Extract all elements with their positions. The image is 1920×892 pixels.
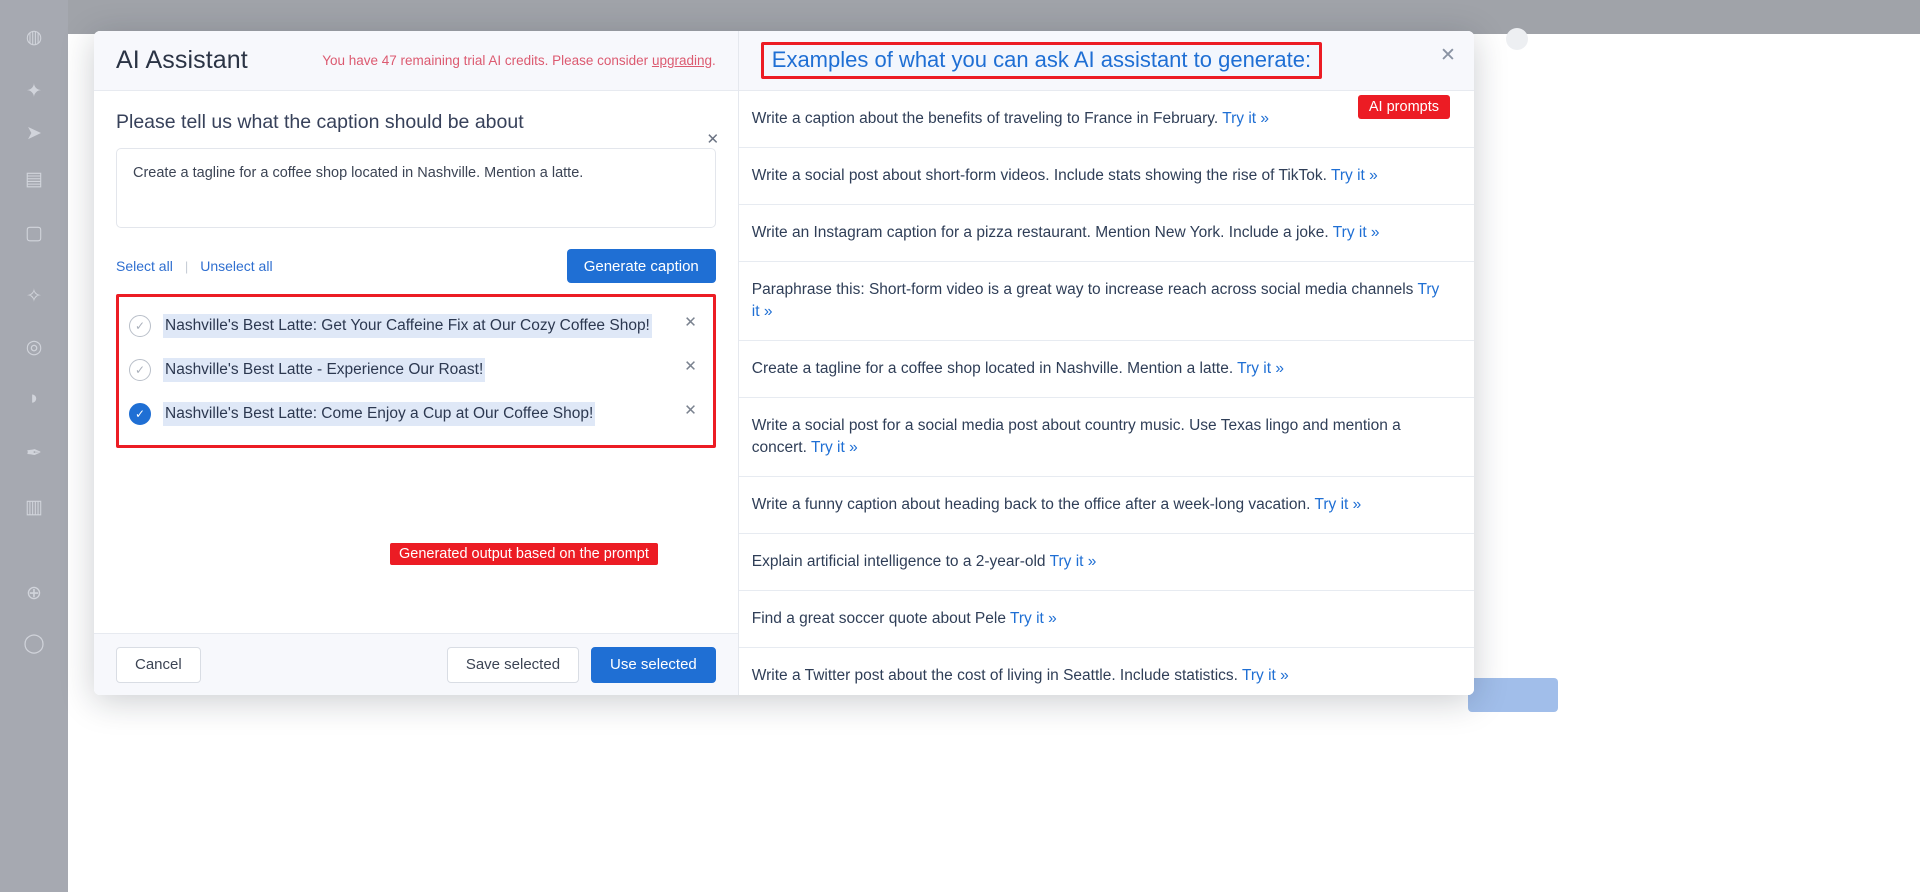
selection-controls: Select all | Unselect all Generate capti…	[116, 249, 716, 283]
try-it-link[interactable]: Try it »	[1314, 496, 1361, 513]
example-item-7[interactable]: Explain artificial intelligence to a 2-y…	[738, 534, 1474, 591]
result-text: Nashville's Best Latte: Get Your Caffein…	[163, 313, 652, 339]
example-item-5[interactable]: Write a social post for a social media p…	[738, 398, 1474, 477]
prompt-label: Please tell us what the caption should b…	[116, 111, 524, 133]
close-icon[interactable]: ✕	[704, 130, 722, 148]
cancel-button[interactable]: Cancel	[116, 646, 201, 683]
result-text: Nashville's Best Latte - Experience Our …	[163, 357, 486, 383]
example-item-8[interactable]: Find a great soccer quote about Pele Try…	[738, 591, 1474, 648]
check-circle-outline-icon[interactable]: ✓	[129, 315, 151, 337]
unselect-all-button[interactable]: Unselect all	[200, 258, 272, 274]
generated-results-list: ✓ Nashville's Best Latte: Get Your Caffe…	[116, 294, 716, 448]
example-item-3[interactable]: Paraphrase this: Short-form video is a g…	[738, 262, 1474, 341]
examples-heading: Examples of what you can ask AI assistan…	[771, 47, 1312, 72]
prompt-box-wrapper: ✕	[116, 131, 719, 233]
trial-credits-text: You have 47 remaining trial AI credits. …	[322, 53, 652, 68]
example-item-4[interactable]: Create a tagline for a coffee shop locat…	[738, 341, 1474, 398]
try-it-link[interactable]: Try it »	[1010, 610, 1057, 627]
example-item-6[interactable]: Write a funny caption about heading back…	[738, 477, 1474, 534]
list-item[interactable]: ✓ Nashville's Best Latte: Come Enjoy a C…	[119, 392, 713, 436]
upgrade-link[interactable]: upgrading	[652, 53, 712, 68]
examples-header: Examples of what you can ask AI assistan…	[738, 31, 1474, 91]
list-item[interactable]: ✓ Nashville's Best Latte: Get Your Caffe…	[119, 304, 713, 348]
example-text: Create a tagline for a coffee shop locat…	[751, 360, 1234, 377]
ai-prompts-annotation: AI prompts	[1357, 95, 1450, 119]
close-icon[interactable]: ✕	[682, 357, 699, 375]
example-text: Write an Instagram caption for a pizza r…	[751, 224, 1329, 241]
generate-caption-button[interactable]: Generate caption	[566, 249, 716, 283]
prompt-input[interactable]	[116, 148, 716, 228]
try-it-link[interactable]: Try it »	[1333, 224, 1380, 241]
trial-credits-suffix: .	[712, 53, 716, 68]
ai-assistant-left-pane: AI Assistant You have 47 remaining trial…	[94, 31, 739, 695]
use-selected-button[interactable]: Use selected	[591, 646, 716, 683]
modal-header: AI Assistant You have 47 remaining trial…	[94, 31, 738, 91]
try-it-link[interactable]: Try it »	[1242, 667, 1289, 684]
list-item[interactable]: ✓ Nashville's Best Latte - Experience Ou…	[119, 348, 713, 392]
example-item-1[interactable]: Write a social post about short-form vid…	[738, 148, 1474, 205]
save-selected-button[interactable]: Save selected	[446, 646, 580, 683]
page-title: AI Assistant	[116, 46, 248, 74]
example-text: Paraphrase this: Short-form video is a g…	[751, 281, 1414, 298]
examples-list: Write a caption about the benefits of tr…	[738, 91, 1474, 695]
generated-output-annotation: Generated output based on the prompt	[390, 543, 658, 565]
try-it-link[interactable]: Try it »	[1050, 553, 1097, 570]
example-text: Write a social post about short-form vid…	[751, 167, 1327, 184]
result-text: Nashville's Best Latte: Come Enjoy a Cup…	[163, 401, 596, 427]
check-circle-filled-icon[interactable]: ✓	[129, 403, 151, 425]
example-item-2[interactable]: Write an Instagram caption for a pizza r…	[738, 205, 1474, 262]
try-it-link[interactable]: Try it »	[1331, 167, 1378, 184]
examples-heading-annotation: Examples of what you can ask AI assistan…	[760, 42, 1323, 79]
selection-divider: |	[184, 258, 189, 274]
modal-body: Please tell us what the caption should b…	[94, 91, 738, 633]
example-text: Find a great soccer quote about Pele	[751, 610, 1006, 627]
example-text: Write a Twitter post about the cost of l…	[751, 667, 1238, 684]
trial-credits-note: You have 47 remaining trial AI credits. …	[322, 53, 716, 68]
ai-examples-pane: Examples of what you can ask AI assistan…	[738, 31, 1474, 695]
try-it-link[interactable]: Try it »	[1237, 360, 1284, 377]
select-all-button[interactable]: Select all	[116, 258, 173, 274]
try-it-link[interactable]: Try it »	[1222, 110, 1269, 127]
close-icon[interactable]: ✕	[682, 401, 699, 419]
ai-assistant-modal: ✕ AI Assistant You have 47 remaining tri…	[94, 31, 1474, 695]
modal-footer: Cancel Save selected Use selected	[94, 633, 738, 695]
example-text: Explain artificial intelligence to a 2-y…	[751, 553, 1046, 570]
close-icon[interactable]: ✕	[682, 313, 699, 331]
example-text: Write a funny caption about heading back…	[751, 496, 1311, 513]
example-text: Write a caption about the benefits of tr…	[751, 110, 1219, 127]
example-item-9[interactable]: Write a Twitter post about the cost of l…	[739, 648, 1474, 695]
close-icon[interactable]: ✕	[1436, 43, 1460, 67]
try-it-link[interactable]: Try it »	[811, 439, 858, 456]
check-circle-outline-icon[interactable]: ✓	[129, 359, 151, 381]
